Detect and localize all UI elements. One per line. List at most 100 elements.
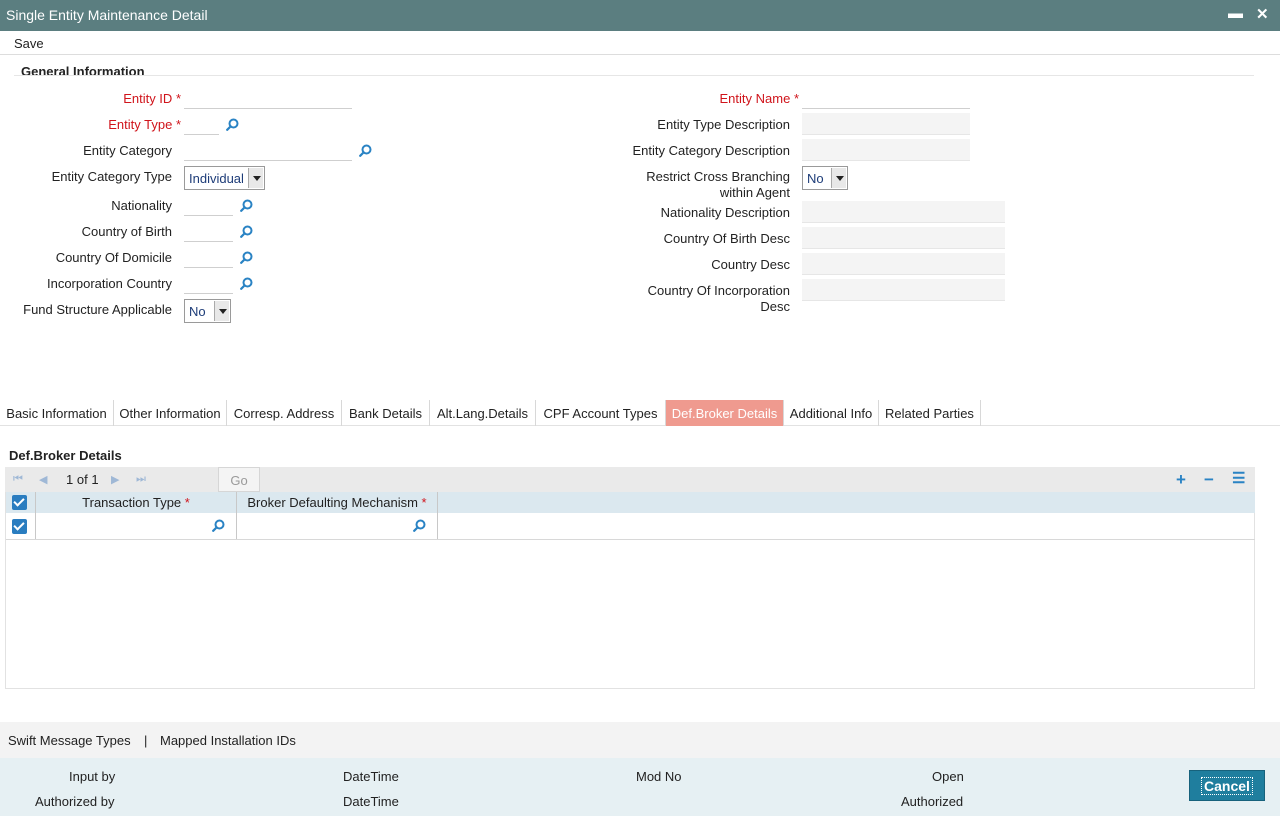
country-of-incorporation-desc-label: Country Of Incorporation Desc [647,283,790,314]
mapped-installation-ids-link[interactable]: Mapped Installation IDs [160,733,296,748]
minimize-icon[interactable]: ▬ [1228,5,1243,22]
country-desc-field [802,253,1005,275]
previous-page-icon[interactable]: ◀ [39,473,47,486]
authorized-by-label: Authorized by [35,794,115,809]
country-of-domicile-label: Country Of Domicile [55,250,172,265]
tab-basic-information[interactable]: Basic Information [0,400,114,426]
restrict-cross-branching-select[interactable]: No [802,166,848,190]
entity-type-label: Entity Type * [108,117,181,132]
fund-structure-select[interactable]: No [184,299,231,323]
fund-structure-value: No [189,304,206,319]
row-select-checkbox[interactable] [12,519,27,534]
chevron-down-icon [248,168,263,188]
table-header: Transaction Type * Broker Defaulting Mec… [6,492,1255,513]
column-divider [437,513,438,539]
entity-category-type-select[interactable]: Individual [184,166,265,190]
cancel-button[interactable]: Cancel [1189,770,1265,801]
country-of-domicile-lookup-icon[interactable] [240,251,253,264]
delete-row-icon[interactable]: − [1204,470,1214,490]
record-status-label: Open [932,769,964,784]
broker-mechanism-input[interactable] [239,515,409,537]
country-of-birth-desc-label: Country Of Birth Desc [663,231,790,246]
incorporation-country-lookup-icon[interactable] [240,277,253,290]
entity-category-input[interactable] [184,139,352,161]
entity-id-input[interactable] [184,87,352,109]
tab-other-information[interactable]: Other Information [114,400,227,426]
entity-name-label: Entity Name * [719,91,800,106]
country-of-domicile-input[interactable] [184,246,233,268]
entity-type-lookup-icon[interactable] [226,118,239,131]
country-of-birth-desc-field [802,227,1005,249]
save-button[interactable]: Save [14,36,44,51]
input-datetime-label: DateTime [343,769,399,784]
entity-id-label: Entity ID * [123,91,181,106]
add-row-icon[interactable]: + [1176,470,1186,490]
column-header-transaction-type: Transaction Type * [82,495,190,510]
table-row [6,513,1255,540]
view-list-icon[interactable]: ☰ [1232,469,1245,487]
nationality-input[interactable] [184,194,233,216]
country-of-birth-lookup-icon[interactable] [240,225,253,238]
column-divider [35,513,36,539]
restrict-cross-branching-value: No [807,171,824,186]
tab-cpf-account-types[interactable]: CPF Account Types [536,400,666,426]
mod-no-label: Mod No [636,769,682,784]
window-title: Single Entity Maintenance Detail [6,7,208,23]
authorized-datetime-label: DateTime [343,794,399,809]
nationality-description-field [802,201,1005,223]
first-page-icon[interactable]: ⏮ [13,473,23,486]
last-page-icon[interactable]: ⏭ [136,473,146,486]
close-icon[interactable]: ✕ [1256,5,1269,23]
tab-related-parties[interactable]: Related Parties [879,400,981,426]
window-titlebar: Single Entity Maintenance Detail ▬ ✕ [0,0,1280,31]
entity-name-input[interactable] [802,87,970,109]
entity-category-description-field [802,139,970,161]
column-divider [236,513,237,539]
swift-message-types-link[interactable]: Swift Message Types [8,733,131,748]
sub-links-bar: Swift Message Types | Mapped Installatio… [0,722,1280,758]
link-separator: | [144,733,148,748]
entity-category-description-label: Entity Category Description [632,143,790,158]
def-broker-details-title: Def.Broker Details [9,448,122,463]
detail-tabs: Basic Information Other Information Corr… [0,400,1280,426]
nationality-label: Nationality [111,198,172,213]
entity-type-description-label: Entity Type Description [657,117,790,132]
country-of-birth-label: Country of Birth [81,224,172,239]
tab-bank-details[interactable]: Bank Details [342,400,430,426]
audit-footer [0,758,1280,816]
incorporation-country-label: Incorporation Country [46,276,172,291]
entity-category-label: Entity Category [83,143,172,158]
entity-category-type-value: Individual [189,171,244,186]
nationality-description-label: Nationality Description [660,205,790,220]
broker-mechanism-lookup-icon[interactable] [413,519,426,532]
country-desc-label: Country Desc [711,257,790,272]
restrict-cross-branching-label: Restrict Cross Branching within Agent [646,169,790,200]
tab-corresp-address[interactable]: Corresp. Address [227,400,342,426]
section-divider [14,75,1254,76]
transaction-type-lookup-icon[interactable] [212,519,225,532]
entity-category-lookup-icon[interactable] [359,144,372,157]
chevron-down-icon [214,301,229,321]
authorization-status-label: Authorized [901,794,964,809]
country-of-incorporation-desc-field [802,279,1005,301]
tab-additional-info[interactable]: Additional Info [784,400,879,426]
country-of-birth-input[interactable] [184,220,233,242]
entity-type-input[interactable] [184,113,219,135]
select-all-checkbox[interactable] [12,495,27,510]
toolbar: Save [0,31,1280,55]
go-button[interactable]: Go [218,467,260,492]
transaction-type-input[interactable] [38,515,208,537]
chevron-down-icon [831,168,846,188]
column-divider [437,492,438,513]
fund-structure-label: Fund Structure Applicable [23,302,172,317]
tab-alt-lang-details[interactable]: Alt.Lang.Details [430,400,536,426]
def-broker-table: Transaction Type * Broker Defaulting Mec… [5,492,1255,689]
next-page-icon[interactable]: ▶ [111,473,119,486]
tab-def-broker-details[interactable]: Def.Broker Details [666,400,784,426]
entity-type-description-field [802,113,970,135]
entity-category-type-label: Entity Category Type [51,169,172,184]
incorporation-country-input[interactable] [184,272,233,294]
input-by-label: Input by [69,769,116,784]
grid-toolbar: ⏮ ◀ 1 of 1 ▶ ⏭ Go + − ☰ [5,467,1255,492]
nationality-lookup-icon[interactable] [240,199,253,212]
